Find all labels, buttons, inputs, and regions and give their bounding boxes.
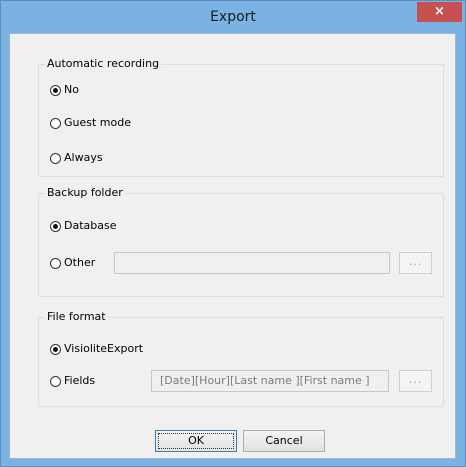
radio-guest-mode-indicator[interactable] (50, 117, 61, 129)
title-bar[interactable]: Export × (1, 1, 465, 33)
radio-other-label: Other (64, 256, 96, 269)
radio-fields-indicator[interactable] (50, 375, 61, 387)
browse-folder-button[interactable]: ... (399, 252, 432, 274)
radio-no-indicator[interactable] (50, 84, 61, 96)
radio-guest-mode-label: Guest mode (64, 116, 131, 129)
radio-always[interactable]: Always (50, 150, 103, 166)
close-button[interactable]: × (417, 2, 462, 22)
dialog-client-area: Automatic recording No Guest mode Always… (9, 33, 456, 459)
radio-other-indicator[interactable] (50, 257, 61, 269)
ok-button[interactable]: OK (155, 430, 237, 452)
radio-visioliteexport[interactable]: VisioliteExport (50, 341, 143, 357)
cancel-button[interactable]: Cancel (243, 430, 325, 452)
radio-database[interactable]: Database (50, 218, 117, 234)
file-format-group-title: File format (45, 310, 108, 324)
automatic-recording-group-title: Automatic recording (45, 57, 162, 71)
radio-fields[interactable]: Fields (50, 373, 95, 389)
radio-visioliteexport-indicator[interactable] (50, 343, 61, 355)
radio-fields-label: Fields (64, 374, 96, 387)
radio-always-label: Always (64, 151, 103, 164)
radio-visioliteexport-label: VisioliteExport (64, 342, 144, 355)
file-format-group: File format (38, 310, 444, 407)
fields-pattern-input[interactable]: [Date][Hour][Last name ][First name ] (151, 370, 389, 392)
radio-guest-mode[interactable]: Guest mode (50, 115, 131, 131)
other-folder-path-input[interactable] (114, 252, 390, 274)
cancel-button-label: Cancel (265, 434, 303, 447)
radio-always-indicator[interactable] (50, 152, 61, 164)
radio-database-indicator[interactable] (50, 220, 61, 232)
export-dialog-window: Export × Automatic recording No Guest mo… (0, 0, 466, 467)
radio-other[interactable]: Other (50, 255, 95, 271)
browse-fields-button[interactable]: ... (399, 370, 432, 392)
backup-folder-group: Backup folder (38, 186, 444, 297)
close-icon: × (434, 4, 445, 19)
radio-no[interactable]: No (50, 82, 79, 98)
backup-folder-group-title: Backup folder (45, 186, 125, 200)
radio-no-label: No (64, 83, 79, 96)
window-title: Export (210, 9, 256, 25)
ok-button-focus-rect (158, 433, 234, 449)
radio-database-label: Database (64, 219, 117, 232)
